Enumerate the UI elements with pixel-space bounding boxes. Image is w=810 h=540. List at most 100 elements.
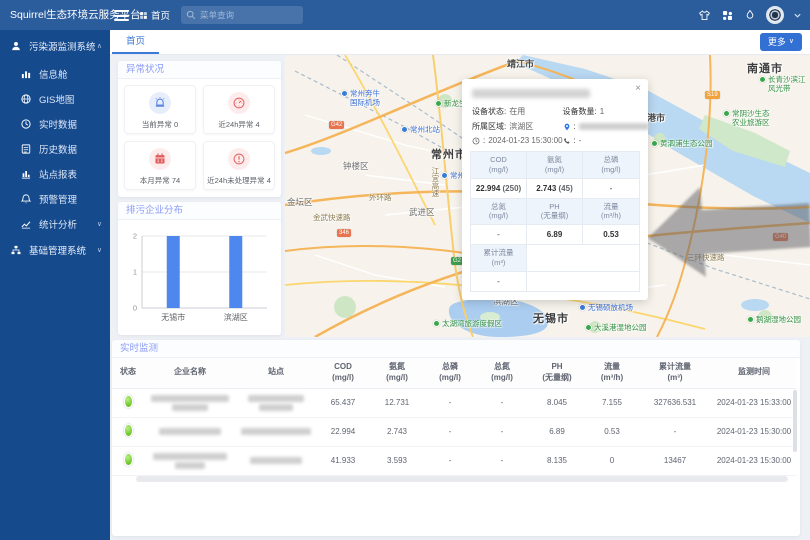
road-number-badge: S19: [705, 91, 720, 99]
monitor-table: 状态企业名称站点COD(mg/l)氨氮(mg/l)总磷(mg/l)总氮(mg/l…: [112, 358, 796, 476]
enterprise-name-cell: [144, 388, 236, 417]
popup-field-separator: :: [574, 122, 576, 131]
park-poi-icon: [759, 76, 766, 83]
value-cell: 8.135: [528, 446, 586, 475]
siren-icon: [149, 92, 171, 114]
value-cell: 8.045: [528, 388, 586, 417]
close-icon[interactable]: ×: [635, 84, 641, 94]
theme-skin-icon[interactable]: [697, 8, 711, 22]
popup-field-3: :: [563, 121, 649, 132]
topbar: Squirrel生态环境云服务平台 首页: [0, 0, 810, 30]
popup-col-header: 总磷(mg/l): [583, 152, 639, 179]
sidebar-item-history-data[interactable]: 历史数据: [0, 136, 110, 161]
col-header: 氨氮(mg/l): [370, 358, 424, 388]
popup-field-5: :-: [563, 136, 649, 145]
road-number-badge: G40: [773, 233, 788, 241]
user-avatar[interactable]: [766, 6, 784, 24]
more-button[interactable]: 更多 ∨: [760, 33, 802, 51]
alert-card-1[interactable]: 近24h异常 4: [203, 85, 275, 134]
enterprise-name-cell: [144, 417, 236, 446]
popup-col-header: 累计流量(m³): [471, 245, 527, 272]
map-label: 武进区: [409, 207, 435, 217]
site-cell: [236, 417, 316, 446]
alert-card-2[interactable]: 本月异常 74: [124, 141, 196, 190]
col-header: 总磷(mg/l): [424, 358, 476, 388]
airport-poi-icon: [579, 304, 586, 311]
sidebar-item-realtime-data[interactable]: 实时数据: [0, 111, 110, 136]
monitor-table-header-row: 状态企业名称站点COD(mg/l)氨氮(mg/l)总磷(mg/l)总氮(mg/l…: [112, 358, 796, 388]
redacted-text: [250, 457, 302, 464]
pin-icon: [563, 123, 571, 131]
redacted-text: [248, 395, 304, 402]
realtime-monitor-panel: 实时监测 状态企业名称站点COD(mg/l)氨氮(mg/l)总磷(mg/l)总氮…: [112, 340, 800, 536]
tab-bar: 首页 更多 ∨: [110, 30, 810, 55]
map-label: 大溪港湿地公园: [585, 323, 647, 332]
popup-col-header: PH(无量纲): [527, 199, 583, 226]
popup-cell-value: -: [471, 272, 527, 292]
breadcrumb-home-label: 首页: [151, 8, 170, 22]
map-label: 三环快速路: [687, 253, 725, 262]
popup-field-value: 滨湖区: [509, 121, 533, 132]
chevron-down-icon[interactable]: [793, 8, 802, 22]
search-input[interactable]: [200, 10, 298, 20]
popup-table-value-row: -: [471, 272, 639, 292]
popup-field-1: 设备数量:1: [563, 106, 649, 117]
sidebar-item-info-cabin[interactable]: 信息舱: [0, 61, 110, 86]
alert-card-label: 当前异常 0: [142, 119, 178, 130]
sidebar-item-basic-mgmt[interactable]: 基础管理系统∨: [0, 236, 110, 263]
sidebar-item-label: 历史数据: [39, 142, 102, 156]
topbar-actions: [697, 0, 802, 30]
breadcrumb-home[interactable]: 首页: [139, 0, 170, 30]
bar-chart: 012无锡市滨湖区: [118, 220, 281, 335]
popup-table-value-row: -6.890.53: [471, 225, 639, 245]
flame-icon[interactable]: [743, 8, 757, 22]
sidebar-item-label: 基础管理系统: [29, 243, 95, 257]
col-header: 企业名称: [144, 358, 236, 388]
popup-table-header-row: 总氮(mg/l)PH(无量纲)流量(m³/h): [471, 199, 639, 226]
alert-card-3[interactable]: 近24h未处理异常 4: [203, 141, 275, 190]
sidebar-item-stats-analysis[interactable]: 统计分析∨: [0, 211, 110, 236]
vertical-scrollbar[interactable]: [793, 390, 797, 452]
redacted-text: [175, 462, 205, 469]
sidebar-item-warning-mgmt[interactable]: 预警管理: [0, 186, 110, 211]
park-poi-icon: [747, 316, 754, 323]
park-poi-icon: [651, 140, 658, 147]
site-cell: [236, 446, 316, 475]
clock-icon: [20, 118, 32, 130]
value-cell: 13467: [638, 446, 712, 475]
layout-widgets-icon[interactable]: [720, 8, 734, 22]
popup-info: 设备状态:在用设备数量:1所属区域:滨湖区::2024-01-23 15:30:…: [462, 104, 648, 151]
table-row[interactable]: 65.43712.731--8.0457.155327636.5312024-0…: [112, 388, 796, 417]
map-label: 靖江市: [507, 59, 534, 70]
popup-title-redacted: [472, 89, 590, 98]
popup-col-header: COD(mg/l): [471, 152, 527, 179]
popup-field-label: 设备数量:: [563, 106, 597, 117]
map[interactable]: 靖江市南通市张家港市常州市钟楼区武进区金坛区无锡市滨湖区外环路江宜高速金武快速路…: [285, 55, 810, 337]
sidebar-item-label: 站点报表: [39, 167, 102, 181]
popup-col-header: 氨氮(mg/l): [527, 152, 583, 179]
value-cell: 7.155: [586, 388, 638, 417]
popup-table: COD(mg/l)氨氮(mg/l)总磷(mg/l)22.994 (250)2.7…: [470, 151, 640, 292]
menu-search[interactable]: [181, 6, 303, 24]
map-label: 金坛区: [287, 197, 313, 207]
tab-home[interactable]: 首页: [112, 30, 159, 54]
sidebar-item-station-report[interactable]: 站点报表: [0, 161, 110, 186]
status-cell: [112, 446, 144, 475]
sitemap-icon: [10, 244, 22, 256]
table-row[interactable]: 41.9333.593--8.1350134672024-01-23 15:30…: [112, 446, 796, 475]
hamburger-menu-icon[interactable]: [114, 10, 129, 21]
table-row[interactable]: 22.9942.743--6.890.53-2024-01-23 15:30:0…: [112, 417, 796, 446]
popup-field-separator: :: [483, 136, 485, 145]
pclock-icon: [472, 137, 480, 145]
map-label: 太湖湾旅游度假区: [433, 319, 502, 328]
horizontal-scrollbar[interactable]: [136, 476, 788, 482]
value-cell: 2.743: [370, 417, 424, 446]
history-icon: [20, 143, 32, 155]
sidebar-item-gis-map[interactable]: GIS地图: [0, 86, 110, 111]
sidebar-item-pollution-monitor[interactable]: 污染源监测系统∧: [0, 30, 110, 61]
alert-cards: 当前异常 0 近24h异常 4本月异常 74近24h未处理异常 4: [118, 79, 281, 196]
park-poi-icon: [435, 100, 442, 107]
alert-card-0[interactable]: 当前异常 0: [124, 85, 196, 134]
redacted-text: [241, 428, 311, 435]
road-number-badge: G42: [329, 121, 344, 129]
